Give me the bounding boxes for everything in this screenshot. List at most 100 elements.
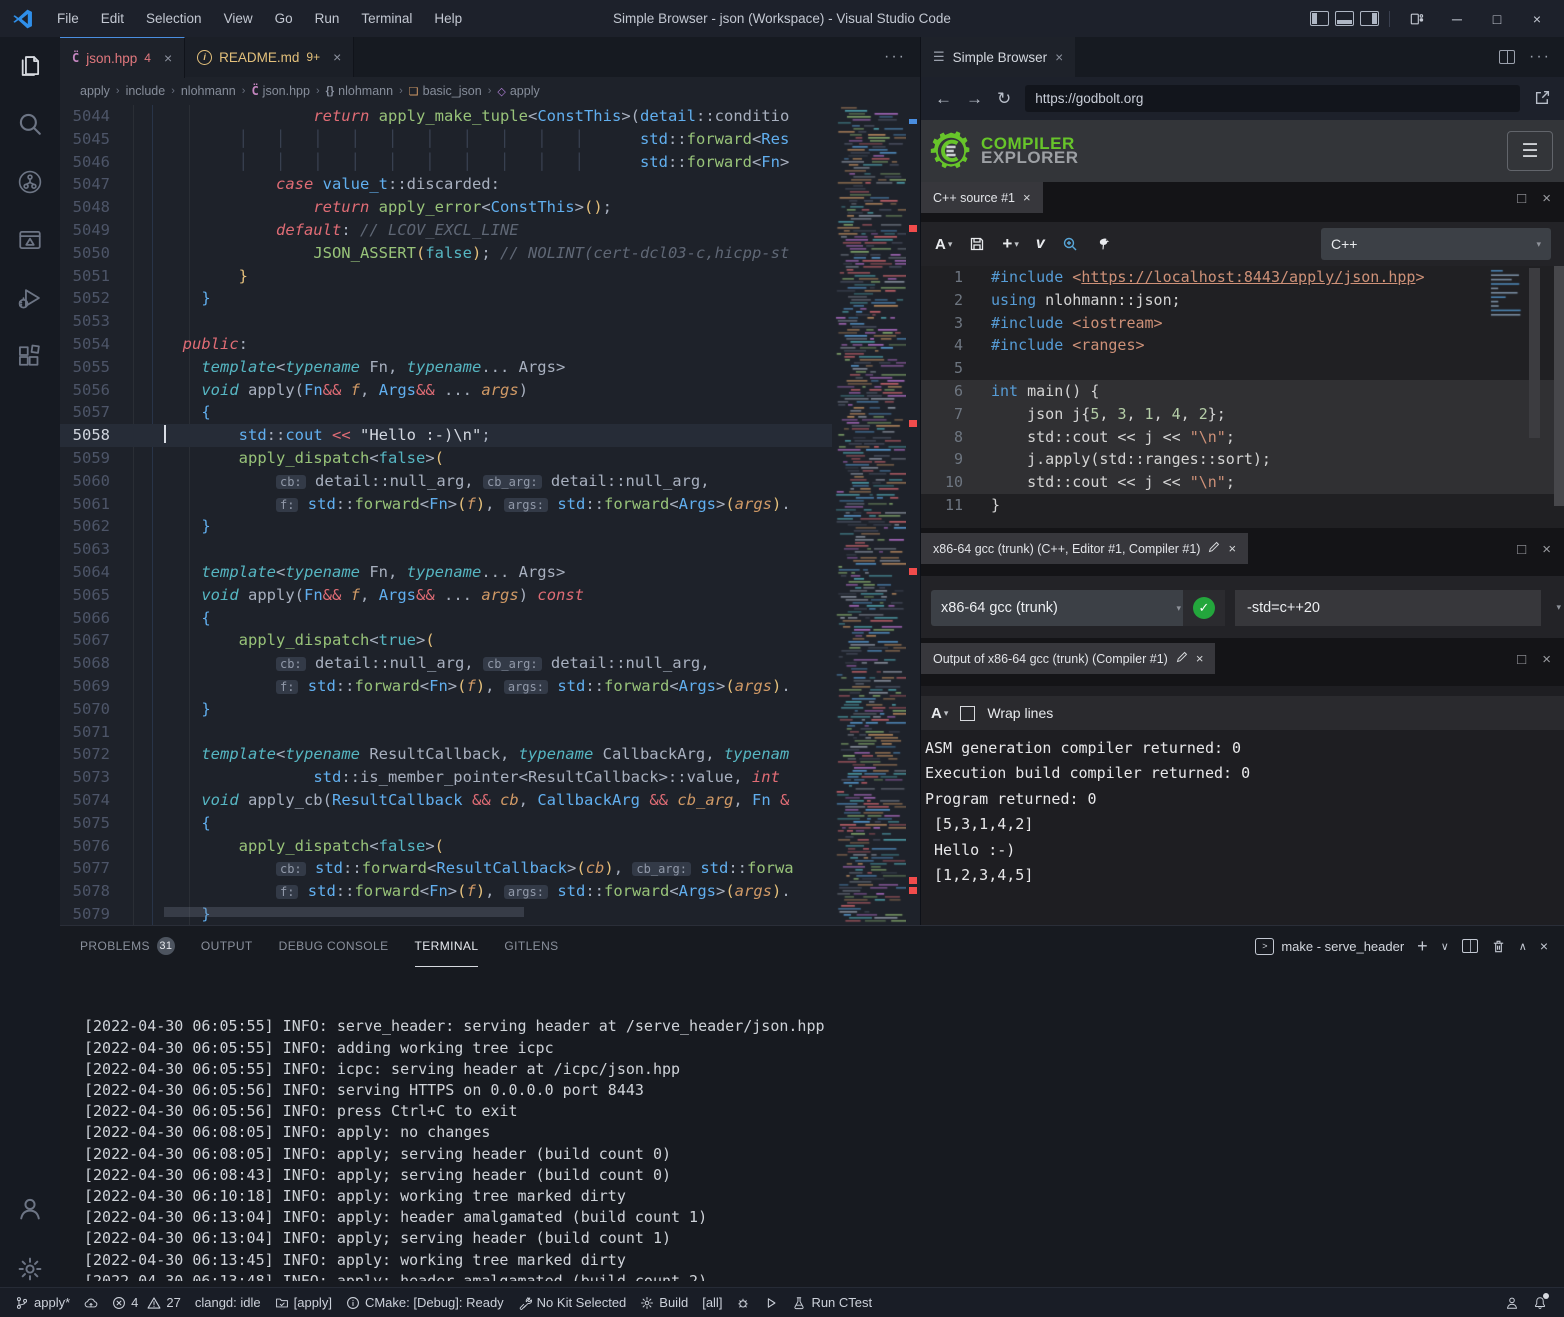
maximize-button[interactable]: □ [1480,6,1514,32]
terminal-selector[interactable]: > make - serve_header [1255,938,1404,955]
chevron-down-icon[interactable]: ▾ [1556,602,1561,613]
close-pane-icon[interactable]: × [1542,190,1551,207]
source-tab[interactable]: C++ source #1 × [921,182,1043,213]
maximize-panel-icon[interactable]: ∧ [1519,940,1527,953]
menu-help[interactable]: Help [423,11,473,26]
more-actions-icon[interactable]: ··· [1529,48,1551,66]
minimap[interactable] [832,105,906,925]
language-select[interactable]: C++ ▾ [1321,228,1551,260]
close-icon[interactable]: × [1228,541,1236,556]
activity-test-window-icon[interactable] [0,211,60,269]
status-clangd-status[interactable]: clangd: idle [188,1295,268,1310]
panel-tab-debug-console[interactable]: DEBUG CONSOLE [279,926,389,966]
wrap-lines-checkbox[interactable] [960,706,975,721]
hamburger-menu-icon[interactable]: ☰ [1507,131,1553,171]
tab-README.md[interactable]: i README.md9+ × [185,37,354,77]
overview-ruler[interactable] [906,105,920,925]
activity-search-icon[interactable] [0,95,60,153]
close-panel-icon[interactable]: × [1540,938,1548,954]
breadcrumb-item[interactable]: include [126,84,166,98]
status-problems-errors[interactable]: 427 [105,1295,188,1310]
cpp-insights-bird-icon[interactable] [1095,236,1111,252]
terminal-dropdown-icon[interactable]: ∨ [1441,940,1449,953]
status-run-ctest[interactable]: Run CTest [785,1295,879,1310]
close-pane-icon[interactable]: × [1542,651,1551,668]
compile-status[interactable]: ✓ [1183,590,1225,626]
activity-source-control-icon[interactable] [0,153,60,211]
panel-tab-problems[interactable]: PROBLEMS31 [80,926,175,966]
close-button[interactable]: × [1520,6,1554,32]
menu-file[interactable]: File [46,11,90,26]
compiler-options-input[interactable]: -std=c++20 [1235,590,1541,626]
breadcrumb-item[interactable]: apply [80,84,110,98]
status-cmake-status[interactable]: CMake: [Debug]: Ready [339,1295,511,1310]
forward-icon[interactable]: → [966,89,983,109]
breadcrumb-item[interactable]: nlohmann [181,84,236,98]
panel-tab-gitlens[interactable]: GITLENS [504,926,558,966]
ce-editor-scrollbar[interactable] [1529,268,1540,438]
close-icon[interactable]: × [1055,50,1063,65]
split-editor-icon[interactable] [1499,50,1515,64]
toggle-sidebar-icon[interactable] [1310,11,1329,26]
edit-icon[interactable] [1176,651,1188,666]
editor-actions-icon[interactable]: ··· [884,37,920,77]
close-icon[interactable]: × [164,50,172,66]
status-feedback[interactable] [1498,1296,1526,1310]
status-cmake-debug[interactable] [729,1296,757,1310]
breadcrumb-item[interactable]: ❏basic_json [409,84,482,98]
activity-debug-icon[interactable] [0,269,60,327]
zoom-button[interactable] [1062,236,1078,252]
terminal-output[interactable]: [2022-04-30 06:05:55] INFO: serve_header… [84,974,1554,1281]
menu-run[interactable]: Run [304,11,351,26]
horizontal-scrollbar[interactable] [164,907,524,917]
code-editor[interactable]: 5044 return apply_make_tuple<ConstThis>(… [60,105,920,925]
minimize-button[interactable]: ─ [1440,6,1474,32]
url-input[interactable]: https://godbolt.org [1025,85,1520,112]
back-icon[interactable]: ← [935,89,952,109]
close-icon[interactable]: × [333,49,341,65]
simple-browser-tab[interactable]: ☰ Simple Browser × [921,37,1075,77]
toggle-panel-icon[interactable] [1335,11,1354,26]
menu-selection[interactable]: Selection [135,11,213,26]
status-git-branch[interactable]: apply* [8,1295,77,1310]
menu-edit[interactable]: Edit [90,11,135,26]
maximize-pane-icon[interactable]: □ [1517,651,1526,668]
save-button[interactable] [969,236,985,252]
toggle-secondary-sidebar-icon[interactable] [1360,11,1379,26]
panel-tab-output[interactable]: OUTPUT [201,926,253,966]
font-size-button[interactable]: A▾ [931,705,948,722]
activity-files-icon[interactable] [0,37,60,95]
status-cmake-target[interactable]: [all] [695,1295,729,1310]
menu-go[interactable]: Go [264,11,304,26]
reload-icon[interactable]: ↻ [997,89,1011,109]
browser-scrollbar[interactable] [1554,266,1564,506]
panel-tab-terminal[interactable]: TERMINAL [415,926,479,967]
status-cmake-launch[interactable] [757,1296,785,1310]
new-terminal-icon[interactable]: + [1417,936,1428,957]
edit-icon[interactable] [1208,541,1220,556]
output-tab[interactable]: Output of x86-64 gcc (trunk) (Compiler #… [921,643,1215,674]
close-icon[interactable]: × [1196,651,1204,666]
close-pane-icon[interactable]: × [1542,541,1551,558]
status-sync-publish[interactable] [77,1296,105,1310]
vim-mode-button[interactable]: v [1036,235,1045,253]
breadcrumb-item[interactable]: ◇apply [497,84,539,98]
font-size-button[interactable]: A▾ [935,236,952,253]
activity-extensions-icon[interactable] [0,327,60,385]
split-terminal-icon[interactable] [1462,939,1478,953]
menu-view[interactable]: View [213,11,264,26]
activity-account-icon[interactable] [0,1180,60,1238]
customize-layout-icon[interactable] [1400,6,1434,32]
maximize-pane-icon[interactable]: □ [1517,541,1526,558]
open-external-icon[interactable] [1534,89,1551,109]
add-pane-button[interactable]: +▾ [1002,234,1018,254]
maximize-pane-icon[interactable]: □ [1517,190,1526,207]
breadcrumb-item[interactable]: C̈json.hpp [251,84,310,98]
status-notifications[interactable] [1526,1296,1554,1310]
kill-terminal-icon[interactable] [1491,939,1506,954]
ce-source-editor[interactable]: 1#include <https://localhost:8443/apply/… [921,266,1564,528]
compiler-explorer-logo[interactable]: COMPILER EXPLORER [921,129,1079,173]
status-cmake-build[interactable]: Build [633,1295,695,1310]
status-cmake-kit[interactable]: No Kit Selected [511,1295,634,1310]
menu-terminal[interactable]: Terminal [350,11,423,26]
